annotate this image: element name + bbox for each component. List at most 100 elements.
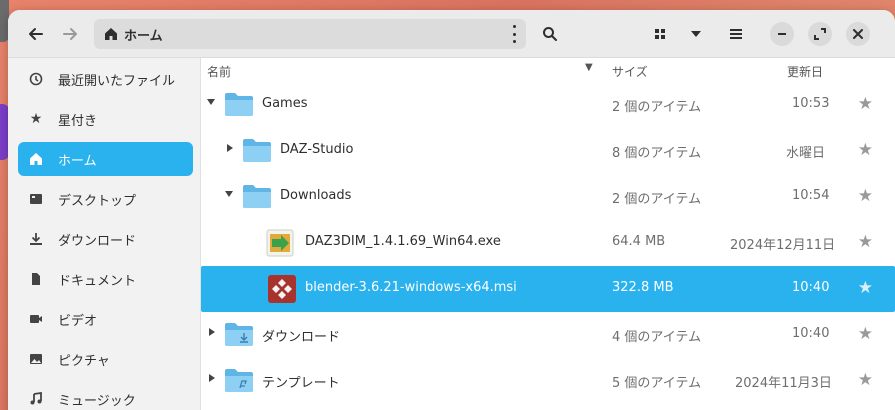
sidebar-item-downloads[interactable]: ダウンロード: [18, 222, 193, 256]
file-name: DAZ3DIM_1.4.1.69_Win64.exe: [305, 234, 501, 249]
table-row[interactable]: Downloads 2 個のアイテム 10:54 ★: [201, 174, 895, 220]
folder-icon: [243, 139, 271, 162]
file-modified: 10:54: [792, 188, 830, 203]
home-icon: [105, 28, 117, 40]
star-icon: ★: [29, 111, 43, 127]
table-row[interactable]: DAZ-Studio 8 個のアイテム 水曜日 ★: [201, 128, 895, 174]
file-size: 64.4 MB: [612, 234, 666, 249]
star-toggle-icon[interactable]: ★: [858, 186, 873, 206]
expander-down-icon[interactable]: [207, 99, 215, 105]
header-bar: ホーム: [8, 10, 895, 58]
sidebar-item-label: ホーム: [58, 153, 97, 169]
table-row[interactable]: ダウンロード 4 個のアイテム 10:40 ★: [201, 312, 895, 358]
path-menu-button[interactable]: [508, 25, 520, 43]
sidebar-item-music[interactable]: ミュージック: [18, 382, 193, 410]
file-manager-window: ホーム 最近開いたファイル ★ 星付き ホーム デスクトップ ダウンロード ドキ…: [8, 10, 895, 410]
back-button[interactable]: [22, 20, 50, 48]
sidebar-item-label: ドキュメント: [58, 273, 137, 289]
sidebar-item-desktop[interactable]: デスクトップ: [18, 182, 193, 216]
file-size: 2 個のアイテム: [612, 100, 702, 115]
column-modified[interactable]: 更新日: [787, 63, 823, 80]
view-options-button[interactable]: [682, 20, 710, 48]
file-size: 8 個のアイテム: [612, 146, 702, 161]
column-name[interactable]: 名前: [207, 63, 231, 80]
table-row[interactable]: DAZ3DIM_1.4.1.69_Win64.exe 64.4 MB 2024年…: [201, 220, 895, 266]
view-grid-button[interactable]: [646, 20, 674, 48]
sidebar-item-videos[interactable]: ビデオ: [18, 302, 193, 336]
sidebar-item-label: 最近開いたファイル: [58, 73, 176, 89]
sidebar-item-label: ビデオ: [58, 313, 98, 329]
sidebar-item-label: ミュージック: [58, 393, 136, 409]
video-icon: [28, 311, 44, 327]
star-toggle-icon[interactable]: ★: [858, 232, 873, 252]
file-size: 2 個のアイテム: [612, 192, 702, 207]
file-size: 5 個のアイテム: [612, 376, 702, 391]
path-bar[interactable]: ホーム: [94, 19, 526, 49]
file-name: DAZ-Studio: [280, 142, 354, 157]
installer-icon: [268, 275, 296, 303]
file-modified: 2024年11月3日: [735, 376, 832, 391]
sidebar-item-documents[interactable]: ドキュメント: [18, 262, 193, 296]
sidebar-item-home[interactable]: ホーム: [18, 142, 193, 176]
minimize-button[interactable]: [770, 22, 794, 46]
grid-icon: [655, 29, 665, 39]
expander-right-icon[interactable]: [227, 144, 233, 152]
clock-icon: [28, 71, 44, 87]
restore-icon: [814, 28, 826, 40]
sidebar-item-label: ピクチャ: [58, 353, 110, 369]
minimize-icon: [778, 33, 786, 35]
download-icon: [28, 231, 44, 247]
file-name: Games: [262, 96, 308, 111]
file-modified: 2024年12月11日: [730, 238, 836, 253]
file-modified: 10:40: [792, 280, 830, 295]
sidebar-item-label: ダウンロード: [58, 233, 137, 249]
expander-down-icon[interactable]: [225, 191, 233, 197]
sidebar-item-pictures[interactable]: ピクチャ: [18, 342, 193, 376]
file-modified: 10:53: [792, 96, 830, 111]
document-icon: [28, 271, 44, 287]
file-name: blender-3.6.21-windows-x64.msi: [305, 280, 517, 295]
column-header: 名前 ▼ サイズ 更新日: [201, 58, 895, 84]
column-size[interactable]: サイズ: [612, 63, 648, 80]
search-icon: [543, 27, 557, 41]
close-button[interactable]: [846, 22, 870, 46]
sort-descending-icon[interactable]: ▼: [585, 62, 593, 73]
file-name: ダウンロード: [262, 330, 341, 345]
executable-icon: [266, 229, 294, 257]
main-menu-button[interactable]: [722, 20, 750, 48]
table-row-selected[interactable]: blender-3.6.21-windows-x64.msi 322.8 MB …: [201, 266, 895, 312]
search-button[interactable]: [536, 20, 564, 48]
table-row[interactable]: テンプレート 5 個のアイテム 2024年11月3日 ★: [201, 358, 895, 404]
star-toggle-icon[interactable]: ★: [858, 324, 873, 344]
desktop-icon: [28, 191, 44, 207]
expander-right-icon[interactable]: [209, 328, 215, 336]
star-toggle-icon[interactable]: ★: [858, 94, 873, 114]
arrow-left-icon: [29, 28, 43, 40]
home-icon: [28, 151, 44, 167]
file-name: Downloads: [280, 188, 352, 203]
picture-icon: [28, 351, 44, 367]
path-label: ホーム: [124, 28, 163, 44]
folder-icon: [243, 185, 271, 208]
sidebar: 最近開いたファイル ★ 星付き ホーム デスクトップ ダウンロード ドキュメント…: [8, 58, 201, 410]
sidebar-item-starred[interactable]: ★ 星付き: [18, 102, 193, 136]
table-row[interactable]: Games 2 個のアイテム 10:53 ★: [201, 82, 895, 128]
close-icon: [853, 29, 863, 39]
expander-right-icon[interactable]: [209, 374, 215, 382]
file-list: 名前 ▼ サイズ 更新日 Games 2 個のアイテム 10:53 ★ DAZ-…: [201, 58, 895, 410]
file-modified: 水曜日: [786, 146, 826, 161]
sidebar-item-recent[interactable]: 最近開いたファイル: [18, 62, 193, 96]
sidebar-item-label: 星付き: [58, 113, 98, 129]
file-size: 4 個のアイテム: [612, 330, 702, 345]
file-name: テンプレート: [262, 376, 340, 391]
music-icon: [28, 391, 44, 407]
star-toggle-icon[interactable]: ★: [858, 278, 873, 298]
chevron-down-icon: [691, 31, 701, 37]
star-toggle-icon[interactable]: ★: [858, 140, 873, 160]
maximize-button[interactable]: [808, 22, 832, 46]
forward-button[interactable]: [56, 20, 84, 48]
download-folder-icon: [225, 323, 253, 346]
arrow-right-icon: [63, 28, 77, 40]
star-toggle-icon[interactable]: ★: [858, 370, 873, 390]
sidebar-item-label: デスクトップ: [58, 193, 137, 209]
